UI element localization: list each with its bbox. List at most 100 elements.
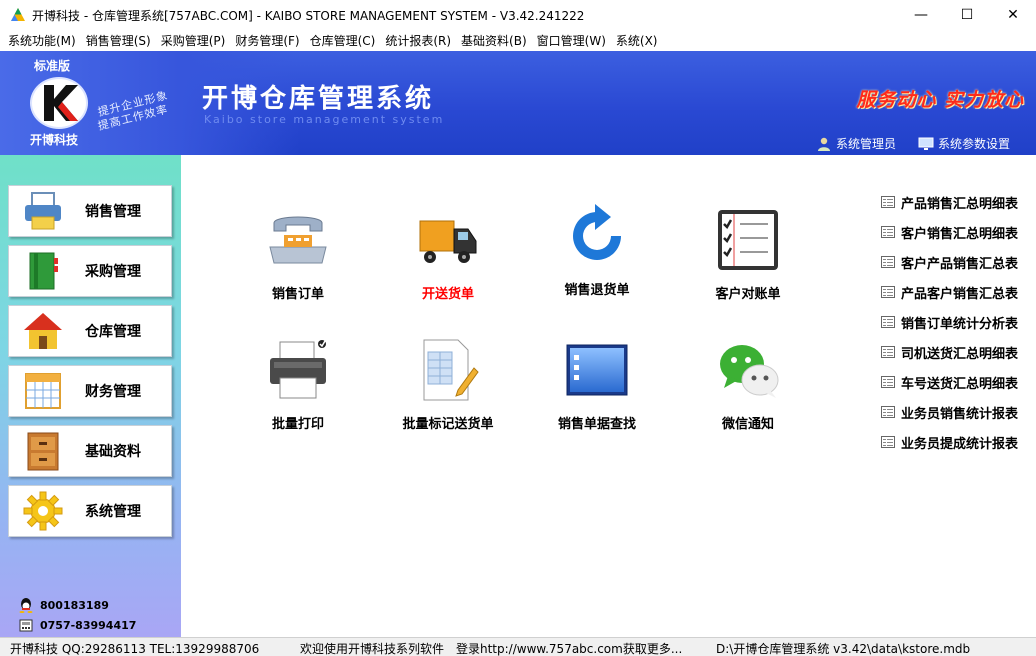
menu-system-functions[interactable]: 系统功能(M): [4, 32, 82, 49]
report-icon: [881, 256, 895, 268]
tile-sales-order[interactable]: 销售订单: [233, 205, 363, 305]
report-label: 产品销售汇总明细表: [901, 196, 1019, 212]
user-icon: [818, 137, 830, 151]
current-user[interactable]: 系统管理员: [816, 135, 896, 152]
sidebar-item-label: 财务管理: [85, 384, 141, 400]
tile-label: 微信通知: [721, 417, 774, 432]
truck-icon: [413, 205, 483, 275]
report-label: 销售订单统计分析表: [901, 316, 1019, 332]
header-banner: 标准版 开博科技 提升企业形象 提高工作效率 开博仓库管理系统 Kaibo st…: [0, 51, 1036, 155]
tile-label: 批量标记送货单: [402, 417, 494, 432]
sidebar-item-purchase[interactable]: 采购管理: [8, 245, 172, 297]
report-label: 司机送货汇总明细表: [901, 346, 1019, 362]
report-icon: [881, 406, 895, 418]
report-label: 客户产品销售汇总表: [901, 256, 1019, 272]
menu-bar: 系统功能(M) 销售管理(S) 采购管理(P) 财务管理(F) 仓库管理(C) …: [0, 30, 1036, 51]
tile-label: 客户对账单: [715, 287, 781, 302]
report-icon: [881, 316, 895, 328]
sidebar-item-label: 基础资料: [85, 444, 141, 460]
report-label: 产品客户销售汇总表: [901, 286, 1019, 302]
report-link[interactable]: 销售订单统计分析表: [881, 307, 1018, 337]
report-link[interactable]: 产品客户销售汇总表: [881, 277, 1018, 307]
tile-batch-print[interactable]: 批量打印: [233, 335, 363, 435]
report-icon: [881, 196, 895, 208]
report-list: 产品销售汇总明细表 客户销售汇总明细表 客户产品销售汇总表 产品客户销售汇总表 …: [881, 187, 1018, 457]
contact-phone: 0757-83994417: [18, 617, 136, 633]
cabinet-icon: [21, 429, 65, 473]
monitor-icon: [918, 137, 934, 150]
phone-icon: [19, 619, 33, 632]
report-icon: [881, 286, 895, 298]
printer-icon: [263, 335, 333, 405]
system-settings-link[interactable]: 系统参数设置: [918, 135, 1010, 152]
gear-icon: [21, 489, 65, 533]
menu-basic-data[interactable]: 基础资料(B): [457, 32, 533, 49]
tile-label: 开送货单: [421, 287, 474, 302]
report-link[interactable]: 业务员销售统计报表: [881, 397, 1018, 427]
sidebar: 销售管理 采购管理 仓库管理 财务管理 基础资料 系统管理 800183189 …: [0, 155, 181, 637]
report-label: 客户销售汇总明细表: [901, 226, 1019, 242]
report-icon: [881, 376, 895, 388]
app-icon: [11, 8, 25, 21]
status-welcome: 欢迎使用开博科技系列软件: [300, 642, 445, 656]
sidebar-item-warehouse[interactable]: 仓库管理: [8, 305, 172, 357]
tile-label: 批量打印: [271, 417, 324, 432]
tile-batch-mark-delivery[interactable]: 批量标记送货单: [383, 335, 513, 435]
tile-label: 销售退货单: [564, 283, 630, 298]
status-company: 开博科技 QQ:29286113 TEL:13929988706: [10, 642, 260, 656]
contact-qq-number: 800183189: [40, 598, 109, 612]
window-title: 开博科技 - 仓库管理系统[757ABC.COM] - KAIBO STORE …: [32, 8, 585, 23]
sidebar-item-label: 采购管理: [85, 264, 141, 280]
tile-delivery-note[interactable]: 开送货单: [383, 205, 513, 305]
report-link[interactable]: 客户销售汇总明细表: [881, 217, 1018, 247]
report-link[interactable]: 车号送货汇总明细表: [881, 367, 1018, 397]
contact-phone-number: 0757-83994417: [40, 618, 137, 632]
sidebar-item-sales[interactable]: 销售管理: [8, 185, 172, 237]
contact-qq: 800183189: [18, 597, 109, 613]
sidebar-item-label: 销售管理: [85, 204, 141, 220]
window-list-icon: [562, 335, 632, 405]
report-icon: [881, 436, 895, 448]
report-label: 业务员销售统计报表: [901, 406, 1019, 422]
menu-system[interactable]: 系统(X): [612, 32, 664, 49]
status-website: 登录http://www.757abc.com获取更多...: [456, 642, 683, 656]
printer-icon: [21, 189, 65, 233]
sidebar-item-system[interactable]: 系统管理: [8, 485, 172, 537]
menu-sales[interactable]: 销售管理(S): [82, 32, 157, 49]
tile-wechat-notify[interactable]: 微信通知: [683, 335, 813, 435]
status-db-path: D:\开博仓库管理系统 v3.42\data\kstore.mdb: [716, 642, 971, 656]
report-label: 车号送货汇总明细表: [901, 376, 1019, 392]
close-button[interactable]: ✕: [990, 0, 1036, 30]
settings-label: 系统参数设置: [938, 137, 1011, 151]
menu-purchase[interactable]: 采购管理(P): [157, 32, 232, 49]
user-label: 系统管理员: [836, 137, 897, 151]
report-link[interactable]: 业务员提成统计报表: [881, 427, 1018, 457]
book-icon: [21, 249, 65, 293]
menu-reports[interactable]: 统计报表(R): [381, 32, 457, 49]
house-icon: [21, 309, 65, 353]
tile-sales-return[interactable]: 销售退货单: [532, 201, 662, 301]
sidebar-item-finance[interactable]: 财务管理: [8, 365, 172, 417]
tile-customer-statement[interactable]: 客户对账单: [683, 205, 813, 305]
sidebar-item-label: 仓库管理: [85, 324, 141, 340]
menu-finance[interactable]: 财务管理(F): [231, 32, 305, 49]
sidebar-item-basic-data[interactable]: 基础资料: [8, 425, 172, 477]
tile-label: 销售单据查找: [557, 417, 636, 432]
app-title: 开博仓库管理系统: [202, 84, 435, 114]
sidebar-item-label: 系统管理: [85, 504, 141, 520]
menu-window[interactable]: 窗口管理(W): [533, 32, 612, 49]
report-link[interactable]: 客户产品销售汇总表: [881, 247, 1018, 277]
app-subtitle: Kaibo store management system: [204, 113, 445, 126]
minimize-button[interactable]: —: [898, 0, 944, 30]
spreadsheet-edit-icon: [413, 335, 483, 405]
maximize-button[interactable]: ☐: [944, 0, 990, 30]
wechat-icon: [713, 335, 783, 405]
report-link[interactable]: 产品销售汇总明细表: [881, 187, 1018, 217]
menu-warehouse[interactable]: 仓库管理(C): [306, 32, 382, 49]
report-icon: [881, 226, 895, 238]
main-panel: 销售订单 开送货单 销售退货单 客户对账单 批量打印 批量标记送货单 销售单据查…: [181, 155, 1036, 637]
refresh-icon: [562, 201, 632, 271]
checklist-icon: [713, 205, 783, 275]
report-link[interactable]: 司机送货汇总明细表: [881, 337, 1018, 367]
tile-sales-doc-search[interactable]: 销售单据查找: [532, 335, 662, 435]
